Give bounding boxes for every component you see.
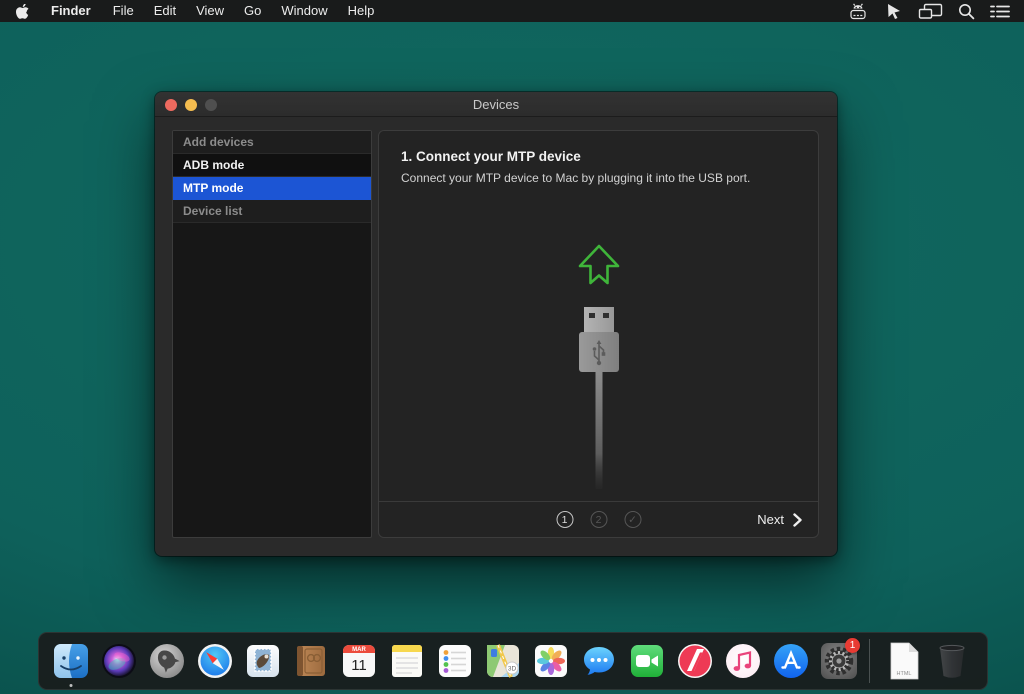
dock-icon-finder[interactable] [47, 637, 95, 685]
zoom-button[interactable] [205, 99, 217, 111]
usb-connector-icon [579, 307, 619, 487]
dock-icon-trash[interactable] [928, 637, 976, 685]
step-indicator-1: 1 [556, 511, 573, 528]
step-indicators: 1 2 ✓ [556, 511, 641, 528]
menu-status-icons [846, 3, 1024, 20]
android-device-icon[interactable] [846, 3, 870, 20]
notification-badge: 1 [845, 638, 860, 653]
displays-icon[interactable] [918, 3, 943, 20]
desktop: Finder File Edit View Go Window Help [0, 0, 1024, 694]
dock-icon-news[interactable] [671, 637, 719, 685]
minimize-button[interactable] [185, 99, 197, 111]
step-indicator-done: ✓ [624, 511, 641, 528]
dock-icon-photos[interactable] [527, 637, 575, 685]
notification-list-icon[interactable] [990, 4, 1010, 19]
dock-icon-reminders[interactable] [431, 637, 479, 685]
menu-item-go[interactable]: Go [234, 0, 271, 22]
menu-item-app-name[interactable]: Finder [39, 0, 103, 22]
cursor-icon[interactable] [885, 3, 903, 20]
wizard-footer: 1 2 ✓ Next [379, 501, 818, 537]
chevron-right-icon [793, 513, 802, 527]
dock: MAR 11 [38, 632, 988, 690]
menu-item-view[interactable]: View [186, 0, 234, 22]
content-panel: 1. Connect your MTP device Connect your … [378, 130, 819, 538]
sidebar: Add devices ADB mode MTP mode Device lis… [172, 130, 372, 538]
svg-text:MAR: MAR [352, 647, 366, 653]
apple-logo-icon [16, 4, 29, 19]
step-title: 1. Connect your MTP device [401, 149, 796, 164]
window-titlebar[interactable]: Devices [155, 92, 837, 117]
dock-icon-maps[interactable]: 3D [479, 637, 527, 685]
svg-text:3D: 3D [508, 666, 517, 673]
dock-icon-html-file[interactable]: HTML [880, 637, 928, 685]
window-title: Devices [473, 97, 519, 112]
step-indicator-2: 2 [590, 511, 607, 528]
devices-window: Devices Add devices ADB mode MTP mode De… [155, 92, 837, 556]
svg-text:HTML: HTML [897, 671, 912, 677]
apple-menu[interactable] [0, 4, 39, 19]
dock-icon-notes[interactable] [383, 637, 431, 685]
menu-item-file[interactable]: File [103, 0, 144, 22]
search-icon[interactable] [958, 3, 975, 20]
sidebar-item-adb-mode[interactable]: ADB mode [173, 154, 371, 177]
dock-divider [869, 639, 870, 683]
running-indicator [70, 684, 73, 687]
dock-icon-mail[interactable] [239, 637, 287, 685]
dock-icon-launchpad[interactable] [143, 637, 191, 685]
green-up-arrow-icon [580, 246, 618, 283]
step-description: Connect your MTP device to Mac by pluggi… [401, 171, 796, 185]
sidebar-item-add-devices: Add devices [173, 131, 371, 154]
dock-icon-system-preferences[interactable]: 1 [815, 637, 863, 685]
menu-bar: Finder File Edit View Go Window Help [0, 0, 1024, 22]
dock-icon-app-store[interactable] [767, 637, 815, 685]
sidebar-item-mtp-mode[interactable]: MTP mode [173, 177, 371, 200]
dock-icon-siri[interactable] [95, 637, 143, 685]
dock-icon-messages[interactable] [575, 637, 623, 685]
dock-icon-safari[interactable] [191, 637, 239, 685]
svg-text:11: 11 [351, 657, 367, 674]
menu-item-edit[interactable]: Edit [144, 0, 186, 22]
dock-icon-calendar[interactable]: MAR 11 [335, 637, 383, 685]
dock-icon-facetime[interactable] [623, 637, 671, 685]
usb-cable-illustration [571, 243, 627, 494]
dock-icon-contacts[interactable] [287, 637, 335, 685]
next-button[interactable]: Next [757, 512, 802, 527]
sidebar-item-device-list: Device list [173, 200, 371, 223]
dock-icon-itunes[interactable] [719, 637, 767, 685]
close-button[interactable] [165, 99, 177, 111]
menu-item-window[interactable]: Window [271, 0, 337, 22]
menu-item-help[interactable]: Help [338, 0, 385, 22]
